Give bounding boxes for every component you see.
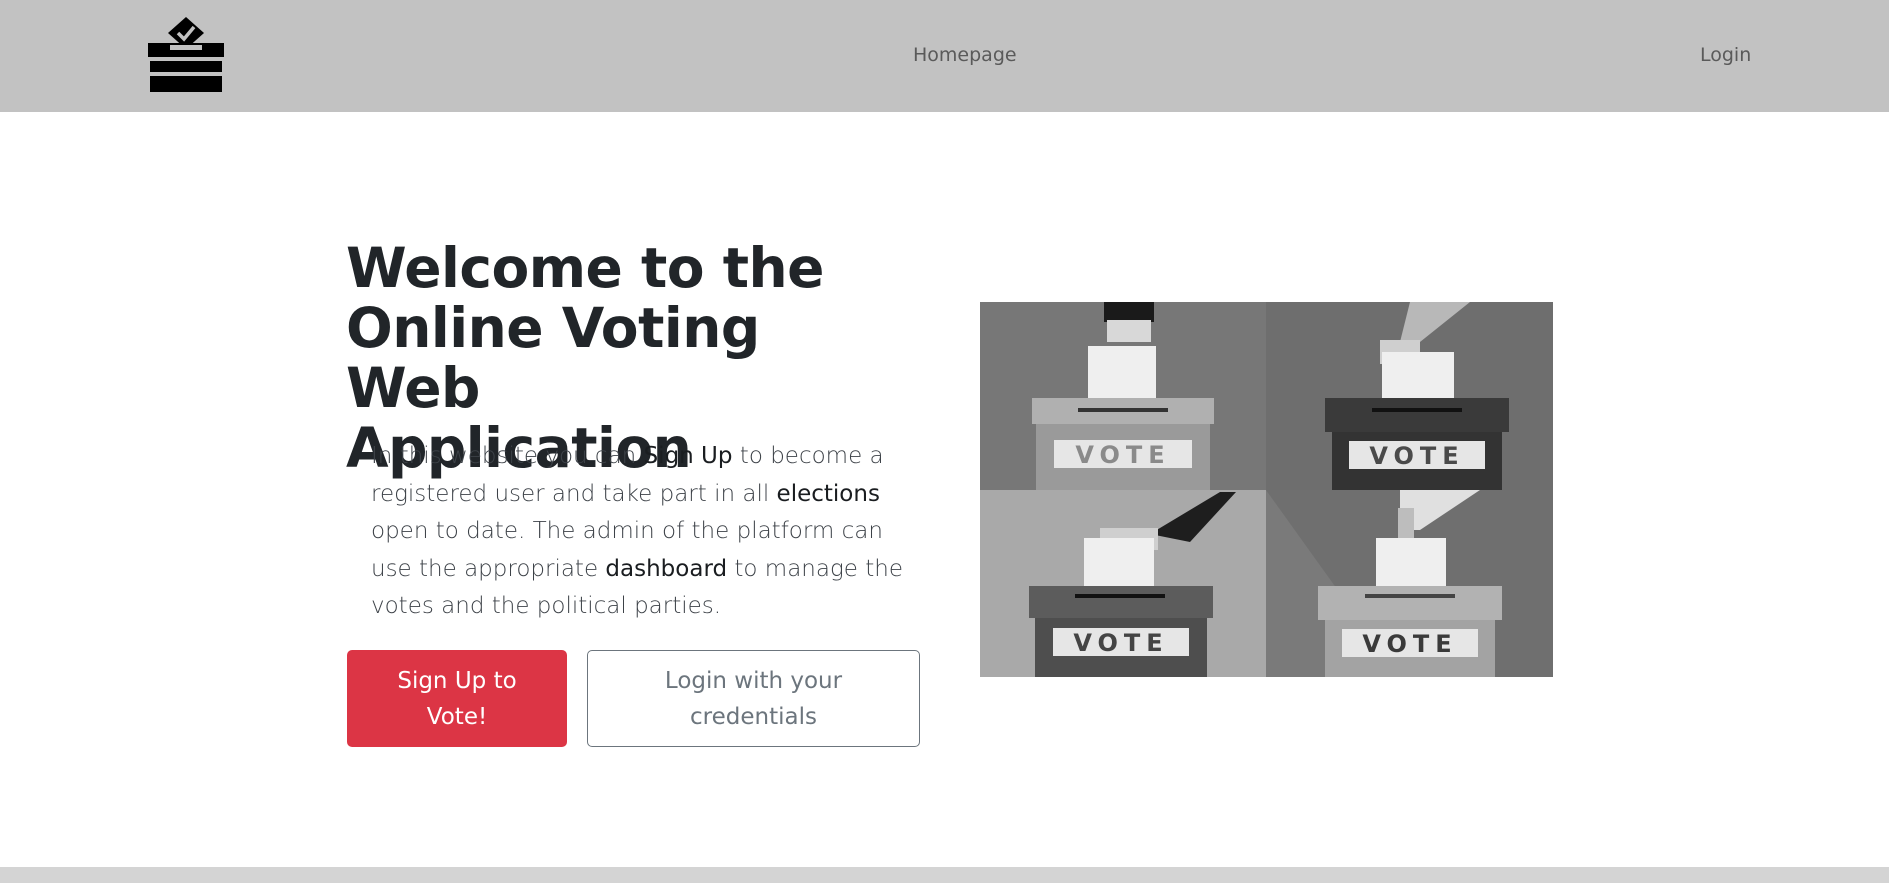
ballot-box-icon[interactable]	[146, 15, 226, 95]
top-navbar: Homepage Login	[0, 0, 1889, 112]
nav-login-link[interactable]: Login	[1700, 44, 1751, 66]
nav-homepage-link[interactable]: Homepage	[913, 44, 1017, 66]
title-line-1: Welcome to the	[346, 236, 824, 300]
title-line-2: Online Voting Web	[346, 296, 760, 420]
ballot-boxes-illustration: VOTE VOTE VOTE VOTE	[980, 302, 1553, 677]
signup-to-vote-button[interactable]: Sign Up to Vote!	[347, 650, 567, 747]
desc-signup-highlight: Sign Up	[643, 443, 733, 469]
vote-label-3: VOTE	[1073, 629, 1168, 657]
vote-label-4: VOTE	[1362, 630, 1457, 658]
footer-strip	[0, 867, 1889, 883]
vote-label-1: VOTE	[1075, 441, 1170, 469]
login-with-credentials-button[interactable]: Login with your credentials	[587, 650, 920, 747]
desc-dashboard-highlight: dashboard	[605, 555, 728, 582]
vote-label-2: VOTE	[1369, 442, 1464, 470]
hero-description: In this website you can Sign Up to becom…	[371, 438, 911, 626]
desc-elections-highlight: elections	[776, 480, 880, 507]
desc-text-1: In this website you can	[371, 443, 644, 469]
